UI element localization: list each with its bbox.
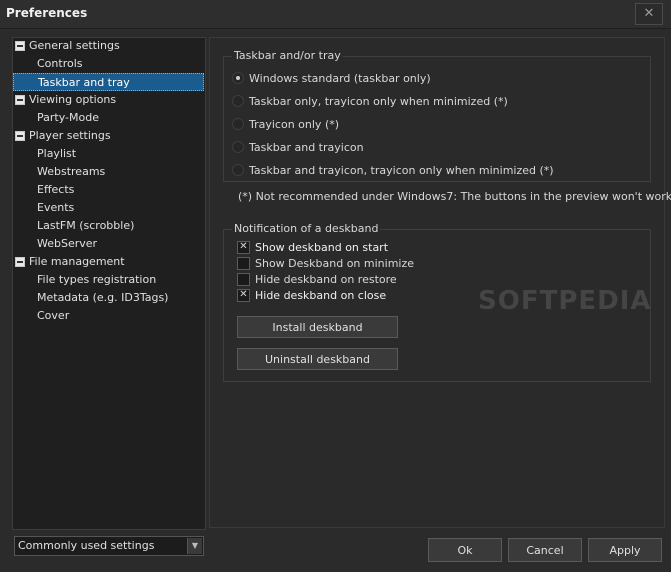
chevron-down-icon[interactable]: ▼ <box>187 538 202 554</box>
checkbox-label: Hide deskband on close <box>255 289 387 302</box>
ok-button[interactable]: Ok <box>428 538 502 562</box>
compatibility-note: (*) Not recommended under Windows7: The … <box>238 190 671 203</box>
title-bar: Preferences ✕ <box>0 0 671 29</box>
checkbox[interactable] <box>237 256 250 270</box>
collapse-icon[interactable] <box>15 131 25 141</box>
checkbox-label: Show Deskband on minimize <box>255 257 415 270</box>
tree-item[interactable]: Metadata (e.g. ID3Tags) <box>13 289 168 307</box>
settings-filter-value: Commonly used settings <box>18 539 155 552</box>
tree-item[interactable]: WebServer <box>13 235 97 253</box>
tree-item[interactable]: LastFM (scrobble) <box>13 217 134 235</box>
tree-item[interactable]: Player settings <box>13 127 111 145</box>
checkbox-label: Hide deskband on restore <box>255 273 397 286</box>
radio-label: Trayicon only (*) <box>249 118 340 131</box>
tree-item[interactable]: File types registration <box>13 271 156 289</box>
deskband-option[interactable]: ✕ Hide deskband on close <box>237 288 386 304</box>
checkbox[interactable]: ✕ <box>237 240 250 254</box>
tree-item[interactable]: Controls <box>13 55 83 73</box>
tree-item-label: Playlist <box>37 147 77 160</box>
tree-item-label: Party-Mode <box>37 111 99 124</box>
settings-tree[interactable]: General settings Controls Taskbar and tray… <box>12 37 206 530</box>
radio-label: Taskbar and trayicon, trayicon only when… <box>249 164 554 177</box>
taskbar-mode-option[interactable]: Taskbar and trayicon, trayicon only when… <box>232 163 554 179</box>
collapse-icon[interactable] <box>15 95 25 105</box>
radio-button[interactable] <box>232 95 244 107</box>
checkbox[interactable]: ✕ <box>237 288 250 302</box>
apply-button[interactable]: Apply <box>588 538 662 562</box>
tree-item-label: Viewing options <box>29 93 117 106</box>
tree-item[interactable]: Playlist <box>13 145 76 163</box>
install-deskband-button[interactable]: Install deskband <box>237 316 398 338</box>
tree-item-label: Player settings <box>29 129 111 142</box>
radio-button[interactable] <box>232 164 244 176</box>
radio-button[interactable] <box>232 118 244 130</box>
cancel-button[interactable]: Cancel <box>508 538 582 562</box>
tree-item[interactable]: Webstreams <box>13 163 105 181</box>
tree-item-label: Taskbar and tray <box>38 76 130 89</box>
taskbar-mode-option[interactable]: Taskbar and trayicon <box>232 140 364 156</box>
radio-label: Taskbar and trayicon <box>249 141 364 154</box>
tree-item[interactable]: Taskbar and tray <box>13 73 204 91</box>
taskbar-tray-group-title: Taskbar and/or tray <box>232 49 343 62</box>
checkbox[interactable] <box>237 272 250 286</box>
deskband-option[interactable]: ✕ Show deskband on start <box>237 240 388 256</box>
close-button[interactable]: ✕ <box>635 3 663 25</box>
tree-item-label: LastFM (scrobble) <box>37 219 135 232</box>
tree-item[interactable]: Events <box>13 199 74 217</box>
collapse-icon[interactable] <box>15 41 25 51</box>
radio-label: Windows standard (taskbar only) <box>249 72 431 85</box>
tree-item[interactable]: Viewing options <box>13 91 116 109</box>
checkbox-label: Show deskband on start <box>255 241 389 254</box>
tree-item-label: General settings <box>29 39 120 52</box>
tree-item-label: Webstreams <box>37 165 106 178</box>
deskband-option[interactable]: Show Deskband on minimize <box>237 256 414 272</box>
tree-item-label: Effects <box>37 183 75 196</box>
softpedia-watermark: SOFTPEDIA <box>478 286 652 316</box>
window-title: Preferences <box>6 6 88 20</box>
settings-filter-dropdown[interactable]: Commonly used settings ▼ <box>14 536 204 556</box>
tree-item[interactable]: Party-Mode <box>13 109 99 127</box>
tree-item-label: File types registration <box>37 273 157 286</box>
tree-item[interactable]: Effects <box>13 181 74 199</box>
tree-item-label: Cover <box>37 309 70 322</box>
radio-button[interactable] <box>232 141 244 153</box>
tree-item[interactable]: General settings <box>13 37 120 55</box>
collapse-icon[interactable] <box>15 257 25 267</box>
tree-item-label: Metadata (e.g. ID3Tags) <box>37 291 169 304</box>
uninstall-deskband-button[interactable]: Uninstall deskband <box>237 348 398 370</box>
tree-item[interactable]: Cover <box>13 307 69 325</box>
taskbar-mode-option[interactable]: Trayicon only (*) <box>232 117 339 133</box>
taskbar-mode-option[interactable]: Taskbar only, trayicon only when minimiz… <box>232 94 508 110</box>
tree-item-label: Events <box>37 201 75 214</box>
tree-item[interactable]: File management <box>13 253 125 271</box>
close-icon: ✕ <box>643 6 655 21</box>
tree-item-label: WebServer <box>37 237 98 250</box>
radio-label: Taskbar only, trayicon only when minimiz… <box>249 95 508 108</box>
taskbar-tray-group: Taskbar and/or tray Windows standard (ta… <box>223 49 651 182</box>
tree-item-label: File management <box>29 255 125 268</box>
settings-panel: Taskbar and/or tray Windows standard (ta… <box>209 37 671 528</box>
taskbar-mode-option[interactable]: Windows standard (taskbar only) <box>232 71 431 87</box>
deskband-option[interactable]: Hide deskband on restore <box>237 272 397 288</box>
deskband-group-title: Notification of a deskband <box>232 222 381 235</box>
radio-button[interactable] <box>232 72 244 84</box>
tree-item-label: Controls <box>37 57 83 70</box>
